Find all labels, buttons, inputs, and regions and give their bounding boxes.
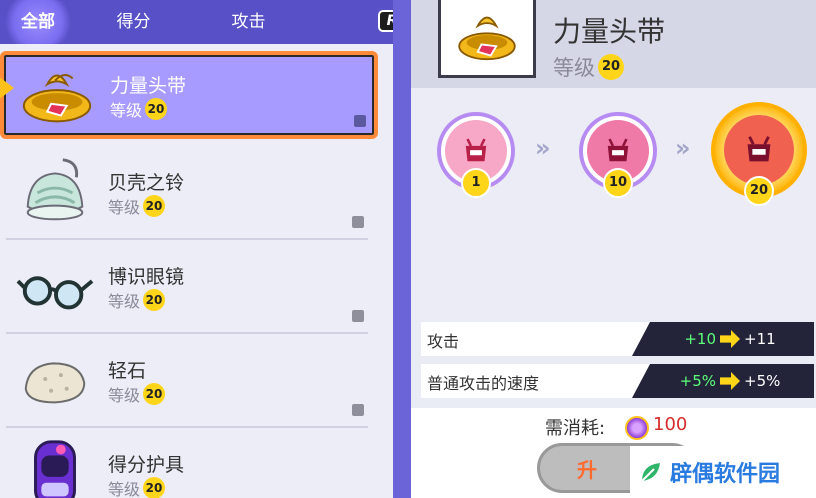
stage-20[interactable]: 20	[711, 102, 807, 206]
level-badge: 20	[143, 195, 166, 217]
item-name: 贝壳之铃	[108, 172, 185, 194]
level-badge: 20	[145, 98, 168, 120]
list-item-shell-bell[interactable]: 贝壳之铃 等级 20	[6, 146, 368, 240]
stat-label: 普通攻击的速度	[427, 374, 540, 393]
stage-level-badge: 20	[744, 176, 774, 206]
list-item-wise-glasses[interactable]: 博识眼镜 等级 20	[6, 240, 368, 334]
cost-label: 需消耗:	[545, 418, 606, 439]
level-label: 等级	[108, 292, 141, 311]
stat-value-box: +5% +5%	[632, 364, 814, 398]
chevron-right-icon: »	[535, 134, 550, 162]
cost-value: 100	[653, 414, 688, 435]
muscle-band-icon	[458, 16, 516, 61]
stat-from: +10	[684, 330, 716, 348]
arrow-right-icon	[720, 372, 740, 390]
stat-label: 攻击	[427, 332, 460, 351]
stage-1[interactable]: 1	[437, 112, 515, 198]
list-item-float-stone[interactable]: 轻石 等级 20	[6, 334, 368, 428]
detail-icon-frame	[438, 0, 536, 78]
level-label: 等级	[108, 386, 141, 405]
held-item-list: 力量头带 等级 20 贝壳之铃 等级 20 博识眼镜 等级 20 轻石 等级 2…	[0, 44, 393, 498]
item-enhancer-icon	[625, 416, 649, 440]
chevron-right-icon: »	[675, 134, 690, 162]
item-corner-marker	[352, 310, 364, 322]
float-stone-icon	[24, 362, 86, 404]
stage-emblem-icon	[724, 115, 794, 185]
detail-header: 力量头带 等级 20	[411, 0, 816, 88]
stat-row-attack: 攻击 +10 +11	[421, 322, 814, 356]
score-shield-icon	[34, 440, 76, 498]
stat-value-box: +10 +11	[632, 322, 814, 356]
item-list-panel: 全部 得分 攻击 防 R 力量头带 等级 20	[0, 0, 393, 498]
item-name: 博识眼镜	[108, 266, 185, 288]
category-tabs: 全部 得分 攻击 防	[0, 0, 393, 44]
item-name: 力量头带	[110, 75, 187, 97]
wise-glasses-icon	[16, 276, 94, 310]
tab-defense[interactable]: 防	[306, 0, 366, 44]
level-badge: 20	[143, 477, 166, 498]
detail-item-name: 力量头带	[553, 15, 666, 48]
level-label: 等级	[108, 480, 141, 498]
item-corner-marker	[354, 115, 366, 127]
item-corner-marker	[352, 404, 364, 416]
upgrade-stages: 1 » 10 » 20	[411, 88, 816, 320]
stage-10[interactable]: 10	[579, 112, 657, 198]
tab-scoring[interactable]: 得分	[76, 0, 191, 44]
arrow-right-icon	[720, 330, 740, 348]
leaf-logo-icon	[641, 463, 660, 482]
stage-level-badge: 10	[603, 168, 633, 198]
item-level: 等级 20	[108, 194, 166, 218]
item-name: 得分护具	[108, 454, 185, 476]
stat-to: +11	[744, 330, 776, 348]
list-item-muscle-band[interactable]: 力量头带 等级 20	[0, 51, 378, 139]
item-name: 轻石	[108, 360, 147, 382]
stat-to: +5%	[744, 372, 781, 390]
level-label: 等级	[110, 101, 143, 120]
item-level: 等级 20	[108, 382, 166, 406]
item-level: 等级 20	[108, 288, 166, 312]
item-level: 等级 20	[108, 476, 166, 498]
r-button-icon[interactable]: R	[378, 10, 393, 32]
stat-from: +5%	[679, 372, 716, 390]
item-corner-marker	[352, 216, 364, 228]
selection-arrow-icon	[0, 76, 14, 100]
detail-item-level: 等级 20	[553, 52, 624, 82]
level-badge: 20	[143, 383, 166, 405]
level-badge: 20	[143, 289, 166, 311]
level-label: 等级	[553, 56, 595, 80]
level-badge: 20	[598, 54, 624, 80]
watermark-text: 辟偶软件园	[670, 462, 781, 487]
level-label: 等级	[108, 198, 141, 217]
shell-bell-icon	[26, 158, 84, 221]
tab-all[interactable]: 全部	[0, 0, 76, 44]
item-detail-panel: 力量头带 等级 20 1 » 10 » 20 攻击 +10 +11 普通攻击的速…	[411, 0, 816, 498]
tab-attack[interactable]: 攻击	[191, 0, 306, 44]
muscle-band-icon	[22, 74, 92, 123]
watermark: 辟偶软件园	[630, 446, 816, 498]
stage-level-badge: 1	[461, 168, 491, 198]
stat-row-attack-speed: 普通攻击的速度 +5% +5%	[421, 364, 814, 398]
list-item-score-shield[interactable]: 得分护具 等级 20	[6, 428, 368, 498]
item-level: 等级 20	[110, 97, 168, 121]
